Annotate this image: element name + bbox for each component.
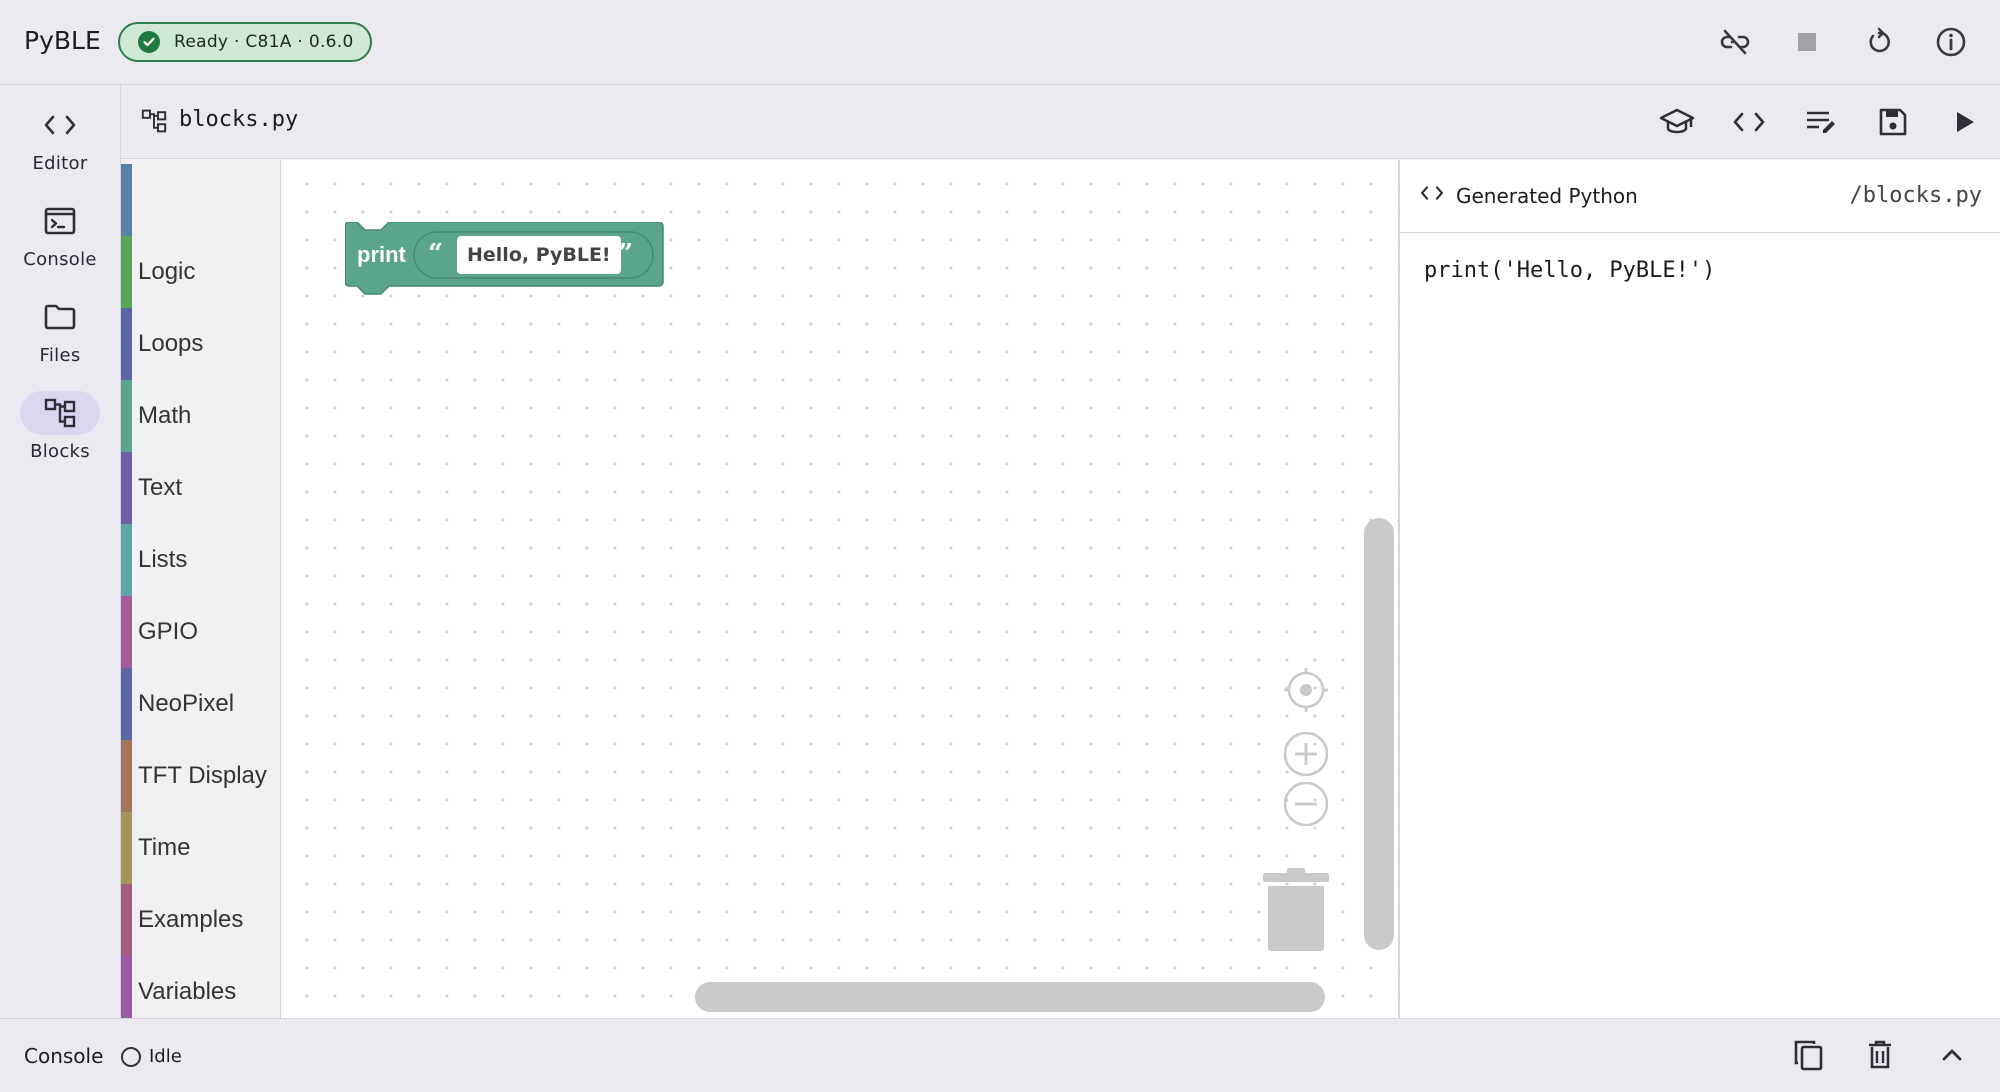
toolbox-category-examples[interactable]: Examples xyxy=(121,884,279,956)
format-button[interactable] xyxy=(1801,102,1841,142)
nav-console[interactable]: Console xyxy=(0,195,120,291)
toolbox-category-label: GPIO xyxy=(138,618,199,645)
delete-icon xyxy=(1869,1040,1891,1069)
format-icon xyxy=(1807,111,1835,133)
toolbox-category-top[interactable] xyxy=(121,164,279,236)
toolbox-category-gpio[interactable]: GPIO xyxy=(121,596,279,668)
code-panel-title: Generated Python xyxy=(1456,184,1638,208)
code-panel-path: /blocks.py xyxy=(1849,183,1982,208)
tutorial-icon xyxy=(1659,108,1695,134)
restart-button[interactable] xyxy=(1859,22,1899,62)
console-bar: Console Idle xyxy=(0,1018,2000,1092)
status-text: Ready · C81A · 0.6.0 xyxy=(174,32,354,52)
terminal-icon xyxy=(44,207,76,235)
toolbox-category-loops[interactable]: Loops xyxy=(121,308,279,380)
code-toggle-icon xyxy=(1733,112,1765,132)
file-name: blocks.py xyxy=(179,107,299,132)
expand-console-button[interactable] xyxy=(1932,1035,1972,1075)
folder-icon xyxy=(44,304,76,330)
horizontal-scrollbar[interactable] xyxy=(695,982,1325,1012)
generated-code-panel: Generated Python /blocks.py print('Hello… xyxy=(1398,160,2000,1018)
toolbox-category-tft-display[interactable]: TFT Display xyxy=(121,740,279,812)
file-toolbar: blocks.py xyxy=(121,85,2000,159)
nav-editor-label: Editor xyxy=(32,153,88,174)
clear-console-button[interactable] xyxy=(1860,1035,1900,1075)
app-title: PyBLE xyxy=(24,26,101,55)
open-quote: “ xyxy=(428,239,443,269)
disconnect-button[interactable] xyxy=(1715,22,1755,62)
run-button[interactable] xyxy=(1945,102,1985,142)
toolbox-category-label: Math xyxy=(138,402,192,429)
nav-editor[interactable]: Editor xyxy=(0,99,120,195)
text-field[interactable]: Hello, PyBLE! xyxy=(457,236,621,274)
restart-icon xyxy=(1869,27,1891,53)
toolbox-category-label: Lists xyxy=(138,546,188,573)
toolbox-category-lists[interactable]: Lists xyxy=(121,524,279,596)
info-button[interactable] xyxy=(1931,22,1971,62)
trash-can[interactable] xyxy=(1263,868,1329,957)
toolbox-category-math[interactable]: Math xyxy=(121,380,279,452)
code-panel-header: Generated Python /blocks.py xyxy=(1400,160,2000,233)
chevron-up-icon xyxy=(1942,1049,1962,1061)
toggle-code-button[interactable] xyxy=(1729,102,1769,142)
toolbox-category-neopixel[interactable]: NeoPixel xyxy=(121,668,279,740)
toolbox-category-text[interactable]: Text xyxy=(121,452,279,524)
generated-code[interactable]: print('Hello, PyBLE!') xyxy=(1424,258,1715,283)
target-icon xyxy=(1284,668,1328,712)
link-off-icon xyxy=(1720,29,1750,55)
copy-icon xyxy=(1794,1040,1823,1071)
code-icon xyxy=(44,115,76,135)
check-circle-icon xyxy=(138,31,160,53)
connection-status-chip[interactable]: Ready · C81A · 0.6.0 xyxy=(118,22,372,62)
zoom-out-button[interactable] xyxy=(1283,781,1329,831)
toolbox-category-label: TFT Display xyxy=(138,762,267,789)
nav-blocks[interactable]: Blocks xyxy=(0,387,120,483)
toolbox-category-time[interactable]: Time xyxy=(121,812,279,884)
recenter-button[interactable] xyxy=(1284,668,1328,717)
blocks-toolbox: Logic Loops Math Text Lists GPIO NeoPixe… xyxy=(121,160,281,1028)
blocks-file-icon xyxy=(141,109,167,138)
toolbox-category-label: Text xyxy=(138,474,183,501)
code-icon xyxy=(1420,184,1444,207)
console-status-text: Idle xyxy=(149,1046,182,1067)
print-block[interactable]: print “ Hello, PyBLE! ” xyxy=(344,221,665,307)
info-icon xyxy=(1936,27,1966,57)
console-status: Idle xyxy=(121,1046,182,1067)
stop-button[interactable] xyxy=(1787,22,1827,62)
copy-console-button[interactable] xyxy=(1788,1035,1828,1075)
tutorial-button[interactable] xyxy=(1657,102,1697,142)
idle-status-icon xyxy=(121,1046,141,1067)
save-icon xyxy=(1879,108,1907,136)
save-button[interactable] xyxy=(1873,102,1913,142)
trash-icon xyxy=(1263,868,1329,951)
navigation-rail: Editor Console Files Blocks xyxy=(0,85,121,1018)
toolbox-category-logic[interactable]: Logic xyxy=(121,236,279,308)
vertical-scrollbar[interactable] xyxy=(1364,518,1394,950)
nav-files[interactable]: Files xyxy=(0,291,120,387)
run-icon xyxy=(1957,112,1974,132)
console-bar-label: Console xyxy=(24,1044,104,1068)
toolbox-category-label: Logic xyxy=(138,258,196,285)
zoom-out-icon xyxy=(1283,781,1329,827)
top-app-bar: PyBLE Ready · C81A · 0.6.0 xyxy=(0,0,2000,85)
blocks-workspace[interactable]: print “ Hello, PyBLE! ” xyxy=(281,160,1398,1018)
nav-files-label: Files xyxy=(39,345,81,366)
toolbox-category-label: NeoPixel xyxy=(138,690,235,717)
nav-blocks-label: Blocks xyxy=(30,441,90,462)
close-quote: ” xyxy=(618,239,633,269)
nav-console-label: Console xyxy=(23,249,97,270)
zoom-in-button[interactable] xyxy=(1283,731,1329,781)
toolbox-category-label: Examples xyxy=(138,906,244,933)
toolbox-category-label: Time xyxy=(138,834,191,861)
stop-icon xyxy=(1798,33,1816,51)
toolbox-category-label: Variables xyxy=(138,978,237,1005)
zoom-in-icon xyxy=(1283,731,1329,777)
blocks-icon xyxy=(44,398,76,428)
print-block-keyword: print xyxy=(357,242,406,267)
toolbox-category-label: Loops xyxy=(138,330,204,357)
